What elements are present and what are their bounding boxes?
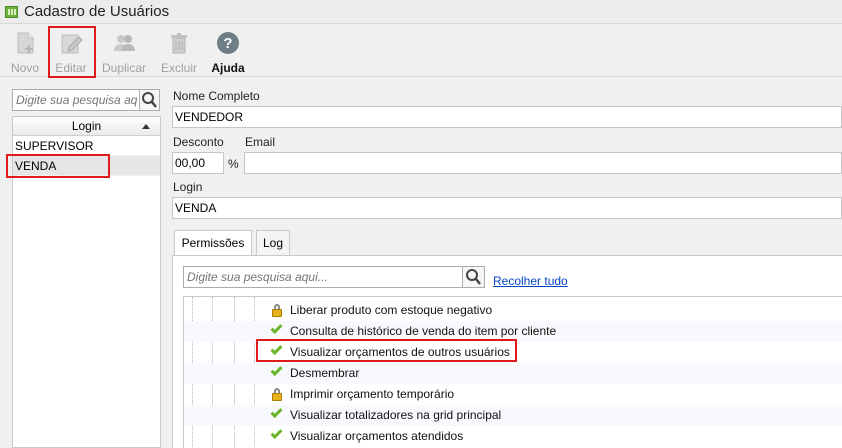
permission-item[interactable]: Imprimir orçamento temporário (184, 384, 842, 405)
app-icon (5, 6, 18, 18)
search-icon (142, 92, 157, 108)
toolbar: Novo Editar Duplicar Excluir ? Ajuda (0, 25, 842, 77)
check-icon (270, 342, 284, 359)
percent-sign: % (228, 157, 239, 171)
permissions-panel: Recolher tudo Liberar produto com estoqu… (172, 255, 842, 448)
tab-permissions[interactable]: Permissões (174, 230, 252, 257)
email-input[interactable] (245, 153, 841, 173)
discount-label: Desconto (173, 135, 224, 149)
user-search-input[interactable] (13, 90, 137, 110)
edit-pencil-icon (59, 31, 83, 55)
full-name-label: Nome Completo (173, 89, 260, 103)
check-icon (270, 405, 284, 422)
permissions-tree: Liberar produto com estoque negativo Con… (183, 296, 842, 448)
lock-icon (270, 303, 284, 317)
tab-log[interactable]: Log (256, 230, 290, 256)
window-title: Cadastro de Usuários (24, 3, 170, 20)
new-document-icon (13, 31, 37, 55)
check-icon (270, 426, 284, 443)
title-bar: Cadastro de Usuários (0, 0, 842, 24)
login-label: Login (173, 180, 203, 194)
list-item-selected[interactable]: VENDA (13, 156, 160, 176)
users-duplicate-icon (112, 31, 136, 55)
full-name-field[interactable] (172, 106, 842, 128)
user-search-button[interactable] (140, 89, 160, 111)
trash-icon (167, 31, 191, 55)
user-detail-form: Nome Completo Desconto Email % Login Per… (162, 82, 842, 448)
edit-button[interactable]: Editar (50, 27, 92, 75)
permission-item[interactable]: Consulta de histórico de venda do item p… (184, 321, 842, 342)
permission-search-button[interactable] (463, 266, 485, 288)
user-list: Login SUPERVISOR VENDA (12, 116, 161, 448)
user-search-field[interactable] (12, 89, 140, 111)
full-name-input[interactable] (173, 107, 841, 127)
permission-search-field[interactable] (183, 266, 463, 288)
list-item[interactable]: SUPERVISOR (13, 136, 160, 156)
login-field[interactable] (172, 197, 842, 219)
check-icon (270, 363, 284, 380)
login-input[interactable] (173, 198, 841, 218)
delete-button[interactable]: Excluir (158, 27, 200, 75)
discount-input[interactable] (173, 153, 223, 173)
help-button[interactable]: ? Ajuda (208, 27, 248, 75)
email-field[interactable] (244, 152, 842, 174)
discount-field[interactable] (172, 152, 224, 174)
user-list-panel: Login SUPERVISOR VENDA (0, 82, 162, 448)
svg-text:?: ? (223, 35, 232, 52)
login-column-header[interactable]: Login (13, 117, 160, 136)
duplicate-button[interactable]: Duplicar (100, 27, 148, 75)
collapse-all-link[interactable]: Recolher tudo (493, 274, 568, 288)
check-icon (270, 321, 284, 338)
help-icon: ? (216, 31, 240, 55)
permission-item[interactable]: Desmembrar (184, 363, 842, 384)
permission-search-input[interactable] (184, 267, 460, 287)
permission-item[interactable]: Visualizar orçamentos atendidos (184, 426, 842, 447)
search-icon (466, 269, 481, 285)
sort-ascending-icon (142, 124, 150, 129)
new-button[interactable]: Novo (4, 27, 46, 75)
email-label: Email (245, 135, 276, 149)
permission-item[interactable]: Liberar produto com estoque negativo (184, 300, 842, 321)
permission-item[interactable]: Visualizar totalizadores na grid princip… (184, 405, 842, 426)
lock-icon (270, 387, 284, 401)
permission-item[interactable]: Visualizar orçamentos de outros usuários (184, 342, 842, 363)
